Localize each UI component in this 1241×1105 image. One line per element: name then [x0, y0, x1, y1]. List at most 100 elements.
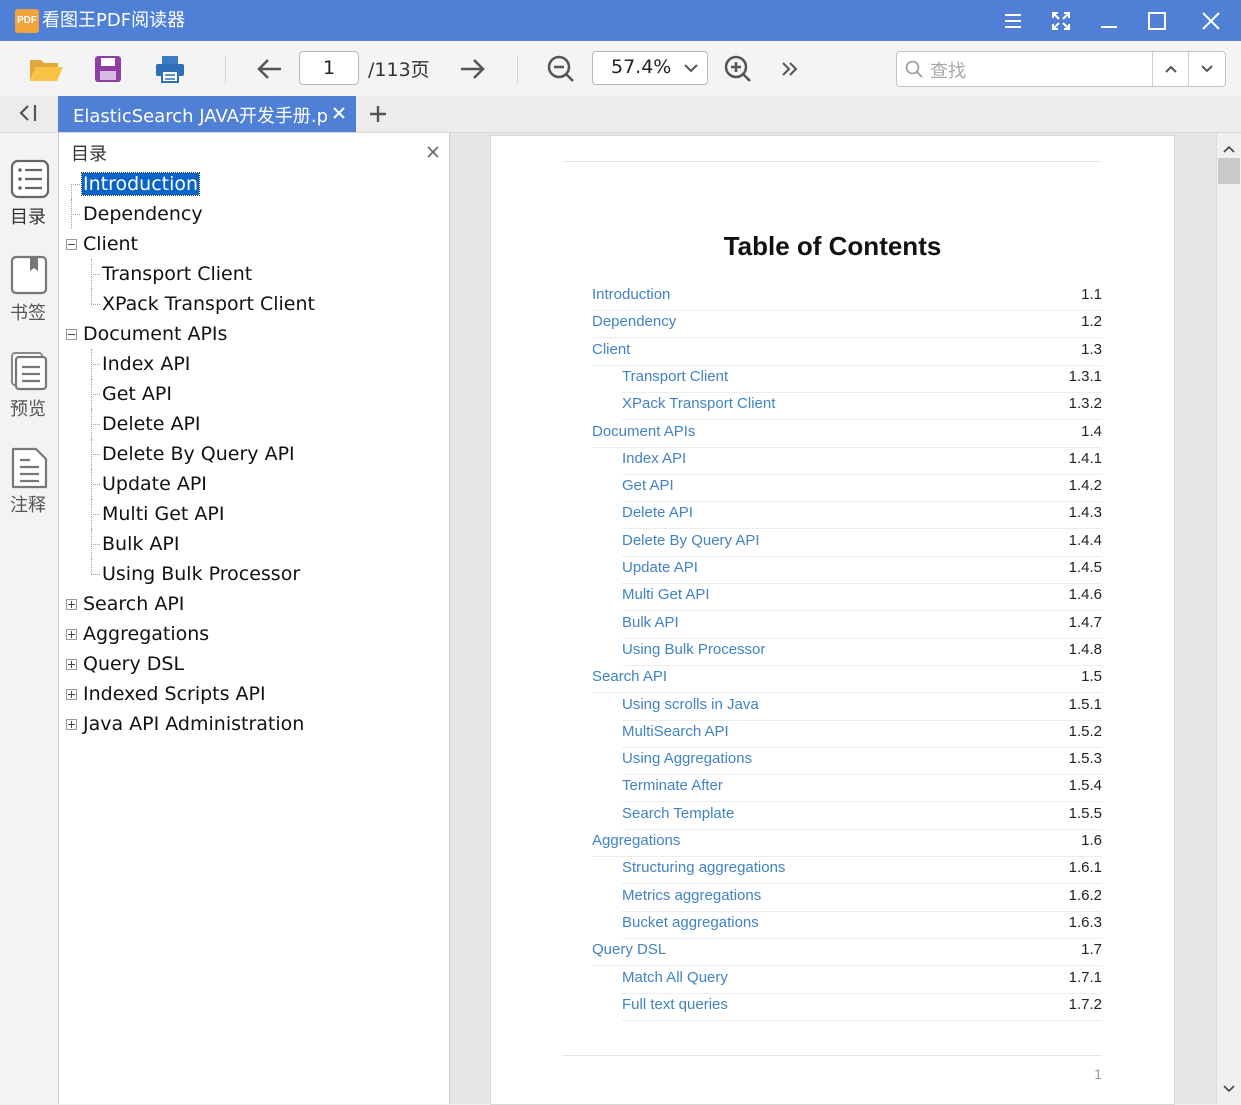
fullscreen-icon[interactable] — [1037, 0, 1085, 41]
search-input[interactable]: 查找 — [930, 57, 966, 83]
outline-item[interactable]: Introduction — [80, 169, 201, 199]
outline-item[interactable]: Get API — [101, 379, 173, 409]
toc-entry-link[interactable]: Search API — [592, 668, 667, 685]
toc-entry-link[interactable]: Match All Query — [622, 969, 728, 986]
toc-entry-link[interactable]: Aggregations — [592, 832, 680, 849]
search-prev-button[interactable] — [1152, 52, 1189, 86]
outline-item[interactable]: Update API — [101, 469, 208, 499]
rail-item-toc[interactable]: 目录 — [0, 159, 58, 249]
toc-entry-link[interactable]: Delete API — [622, 504, 693, 521]
rail-item-bookmarks[interactable]: 书签 — [0, 255, 58, 345]
toc-entry-link[interactable]: Terminate After — [622, 777, 723, 794]
toc-row[interactable]: Update API 1.4.5 — [622, 556, 1102, 584]
toc-entry-link[interactable]: Dependency — [592, 313, 676, 330]
collapse-icon[interactable] — [66, 329, 77, 340]
close-tab-icon[interactable] — [332, 105, 346, 124]
toc-entry-link[interactable]: Get API — [622, 477, 674, 494]
zoom-select[interactable]: 57.4% — [592, 51, 708, 85]
outline-item[interactable]: Dependency — [82, 199, 204, 229]
outline-item[interactable]: Transport Client — [101, 259, 253, 289]
more-tools-icon[interactable] — [776, 41, 804, 96]
toc-row[interactable]: Using Aggregations 1.5.3 — [622, 747, 1102, 776]
outline-item[interactable]: Java API Administration — [82, 709, 305, 739]
expand-icon[interactable] — [66, 659, 77, 670]
toc-entry-link[interactable]: Using Bulk Processor — [622, 641, 765, 658]
toc-entry-link[interactable]: Using scrolls in Java — [622, 696, 759, 713]
expand-icon[interactable] — [66, 689, 77, 700]
toc-row[interactable]: Delete By Query API 1.4.4 — [622, 529, 1102, 557]
vertical-scrollbar[interactable] — [1216, 133, 1241, 1104]
toc-row[interactable]: Using scrolls in Java 1.5.1 — [622, 693, 1102, 721]
outline-item[interactable]: Indexed Scripts API — [82, 679, 267, 709]
add-tab-icon[interactable] — [368, 104, 388, 128]
search-next-button[interactable] — [1188, 52, 1225, 86]
toc-row[interactable]: MultiSearch API 1.5.2 — [622, 720, 1102, 748]
expand-icon[interactable] — [66, 629, 77, 640]
toc-row[interactable]: Search API 1.5 — [592, 665, 1102, 694]
toc-row[interactable]: XPack Transport Client 1.3.2 — [622, 392, 1102, 421]
toc-entry-link[interactable]: Introduction — [592, 286, 670, 303]
outline-item[interactable]: Delete By Query API — [101, 439, 296, 469]
toc-row[interactable]: Bucket aggregations 1.6.3 — [622, 911, 1102, 939]
toc-row[interactable]: Aggregations 1.6 — [592, 829, 1102, 857]
toc-entry-link[interactable]: Search Template — [622, 805, 734, 822]
save-icon[interactable] — [88, 41, 128, 96]
expand-icon[interactable] — [66, 599, 77, 610]
zoom-in-icon[interactable] — [720, 41, 756, 96]
toc-entry-link[interactable]: Structuring aggregations — [622, 859, 785, 876]
maximize-icon[interactable] — [1133, 0, 1181, 41]
toc-row[interactable]: Transport Client 1.3.1 — [622, 365, 1102, 393]
outline-item[interactable]: Using Bulk Processor — [101, 559, 301, 589]
print-icon[interactable] — [150, 41, 190, 96]
scroll-thumb[interactable] — [1218, 158, 1240, 184]
toc-entry-link[interactable]: Transport Client — [622, 368, 728, 385]
collapse-sidebar-icon[interactable] — [14, 102, 42, 128]
toc-row[interactable]: Terminate After 1.5.4 — [622, 774, 1102, 803]
zoom-out-icon[interactable] — [543, 41, 579, 96]
toc-entry-link[interactable]: Client — [592, 341, 630, 358]
toc-row[interactable]: Introduction 1.1 — [592, 283, 1102, 311]
outline-item[interactable]: Document APIs — [82, 319, 228, 349]
toc-row[interactable]: Get API 1.4.2 — [622, 474, 1102, 503]
toc-row[interactable]: Using Bulk Processor 1.4.8 — [622, 638, 1102, 666]
toc-entry-link[interactable]: Delete By Query API — [622, 532, 760, 549]
outline-item[interactable]: Index API — [101, 349, 191, 379]
toc-entry-link[interactable]: Metrics aggregations — [622, 887, 761, 904]
rail-item-annotations[interactable]: 注释 — [0, 447, 58, 537]
toc-row[interactable]: Dependency 1.2 — [592, 310, 1102, 339]
close-icon[interactable] — [1187, 0, 1235, 41]
outline-item[interactable]: Bulk API — [101, 529, 180, 559]
collapse-icon[interactable] — [66, 239, 77, 250]
minimize-icon[interactable] — [1085, 0, 1133, 41]
scroll-up-icon[interactable] — [1222, 139, 1236, 158]
outline-item[interactable]: Multi Get API — [101, 499, 225, 529]
toc-entry-link[interactable]: Using Aggregations — [622, 750, 752, 767]
close-panel-icon[interactable] — [427, 143, 439, 162]
toc-entry-link[interactable]: Update API — [622, 559, 698, 576]
outline-item[interactable]: Aggregations — [82, 619, 210, 649]
outline-item[interactable]: Client — [82, 229, 139, 259]
toc-row[interactable]: Search Template 1.5.5 — [622, 802, 1102, 830]
toc-row[interactable]: Multi Get API 1.4.6 — [622, 583, 1102, 612]
outline-item[interactable]: Search API — [82, 589, 185, 619]
toc-entry-link[interactable]: Full text queries — [622, 996, 728, 1013]
next-page-icon[interactable] — [454, 41, 492, 96]
prev-page-icon[interactable] — [250, 41, 288, 96]
tab-document[interactable]: ElasticSearch JAVA开发手册.pdf — [58, 96, 356, 132]
expand-icon[interactable] — [66, 719, 77, 730]
scroll-down-icon[interactable] — [1222, 1079, 1236, 1098]
menu-icon[interactable] — [989, 0, 1037, 41]
toc-entry-link[interactable]: XPack Transport Client — [622, 395, 775, 412]
toc-row[interactable]: Match All Query 1.7.1 — [622, 966, 1102, 994]
toc-row[interactable]: Structuring aggregations 1.6.1 — [622, 856, 1102, 885]
toc-entry-link[interactable]: Bulk API — [622, 614, 679, 631]
rail-item-preview[interactable]: 预览 — [0, 351, 58, 441]
toc-entry-link[interactable]: Multi Get API — [622, 586, 710, 603]
toc-row[interactable]: Bulk API 1.4.7 — [622, 611, 1102, 639]
page-number-input[interactable]: 1 — [299, 51, 359, 85]
outline-item[interactable]: Delete API — [101, 409, 202, 439]
toc-row[interactable]: Document APIs 1.4 — [592, 420, 1102, 448]
toc-row[interactable]: Query DSL 1.7 — [592, 938, 1102, 967]
open-folder-icon[interactable] — [26, 41, 66, 96]
outline-item[interactable]: Query DSL — [82, 649, 185, 679]
